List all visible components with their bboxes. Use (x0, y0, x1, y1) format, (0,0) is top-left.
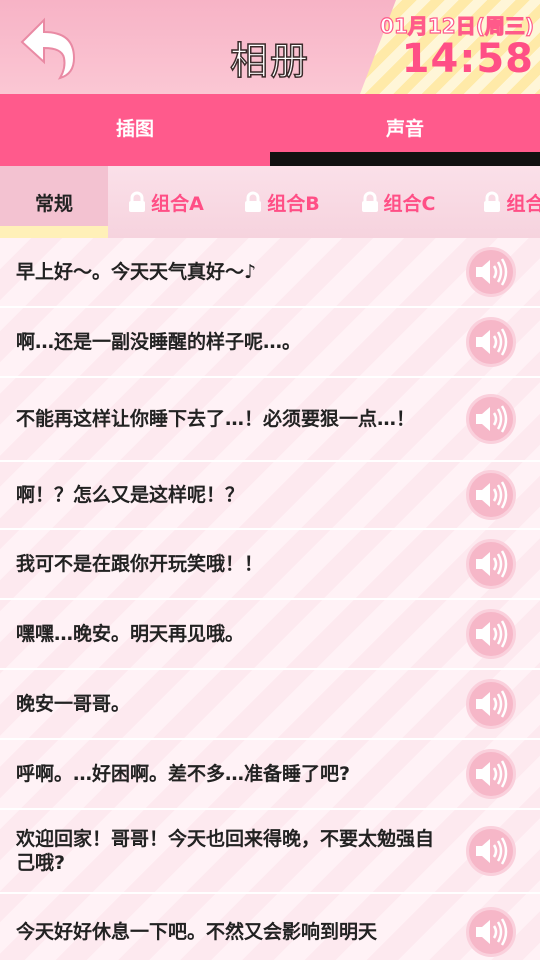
speaker-icon[interactable] (466, 826, 516, 876)
list-item[interactable]: 欢迎回家！哥哥！今天也回来得晚，不要太勉强自己哦? (0, 810, 540, 894)
voice-line-text: 不能再这样让你睡下去了…！必须要狠一点…！ (16, 408, 416, 430)
speaker-icon[interactable] (466, 539, 516, 589)
lock-icon (128, 191, 146, 213)
subtab-combo-b[interactable]: 组合B (224, 166, 340, 238)
voice-line-text: 啊！？怎么又是这样呢！？ (16, 484, 245, 506)
subtab-label: 组合B (267, 192, 320, 215)
subtab-label: 组合 (506, 192, 540, 215)
speaker-icon[interactable] (466, 609, 516, 659)
tab-illustration[interactable]: 插图 (0, 94, 270, 166)
speaker-icon[interactable] (466, 907, 516, 957)
voice-line-text: 嘿嘿…晚安。明天再见哦。 (16, 623, 245, 645)
list-item[interactable]: 不能再这样让你睡下去了…！必须要狠一点…！ (0, 378, 540, 462)
subtab-combo-c[interactable]: 组合C (340, 166, 456, 238)
speaker-icon[interactable] (466, 317, 516, 367)
voice-line-text: 呼啊。…好困啊。差不多…准备睡了吧? (16, 763, 351, 785)
voice-line-text: 晚安一哥哥。 (16, 693, 131, 715)
list-item[interactable]: 啊…还是一副没睡醒的样子呢…。 (0, 308, 540, 378)
list-item[interactable]: 今天好好休息一下吧。不然又会影响到明天 (0, 894, 540, 960)
speaker-icon[interactable] (466, 247, 516, 297)
speaker-icon[interactable] (466, 679, 516, 729)
date-display: 01月12日(周三) (379, 13, 534, 38)
list-item[interactable]: 啊！？怎么又是这样呢！？ (0, 462, 540, 530)
main-tab-bar: 插图 声音 (0, 94, 540, 166)
subtab-combo-d[interactable]: 组合 (456, 166, 540, 238)
voice-line-text: 啊…还是一副没睡醒的样子呢…。 (16, 331, 302, 353)
subtab-general[interactable]: 常规 (0, 166, 108, 238)
voice-line-text: 早上好～。今天天气真好～♪ (16, 261, 257, 283)
voice-line-text: 今天好好休息一下吧。不然又会影响到明天 (16, 921, 378, 943)
voice-line-text: 欢迎回家！哥哥！今天也回来得晚，不要太勉强自己哦? (16, 828, 435, 874)
speaker-icon[interactable] (466, 470, 516, 520)
list-item[interactable]: 早上好～。今天天气真好～♪ (0, 238, 540, 308)
active-tab-indicator (270, 152, 540, 166)
list-item[interactable]: 晚安一哥哥。 (0, 670, 540, 740)
subtab-label: 组合A (151, 192, 204, 215)
subtab-label: 常规 (34, 192, 73, 215)
lock-icon (483, 191, 501, 213)
voice-line-list[interactable]: 早上好～。今天天气真好～♪ 啊…还是一副没睡醒的样子呢…。 不能再这样让你睡下去… (0, 238, 540, 960)
lock-icon (244, 191, 262, 213)
voice-line-text: 我可不是在跟你开玩笑哦！！ (16, 553, 264, 575)
lock-icon (361, 191, 379, 213)
list-item[interactable]: 我可不是在跟你开玩笑哦！！ (0, 530, 540, 600)
list-item[interactable]: 嘿嘿…晚安。明天再见哦。 (0, 600, 540, 670)
speaker-icon[interactable] (466, 749, 516, 799)
time-display: 14:58 (401, 36, 534, 82)
header-bar: 相册 01月12日(周三) 14:58 (0, 0, 540, 94)
sub-tab-bar: 常规 组合A 组合B 组合C 组合 (0, 166, 540, 238)
subtab-combo-a[interactable]: 组合A (108, 166, 224, 238)
list-item[interactable]: 呼啊。…好困啊。差不多…准备睡了吧? (0, 740, 540, 810)
speaker-icon[interactable] (466, 394, 516, 444)
subtab-label: 组合C (383, 192, 436, 215)
